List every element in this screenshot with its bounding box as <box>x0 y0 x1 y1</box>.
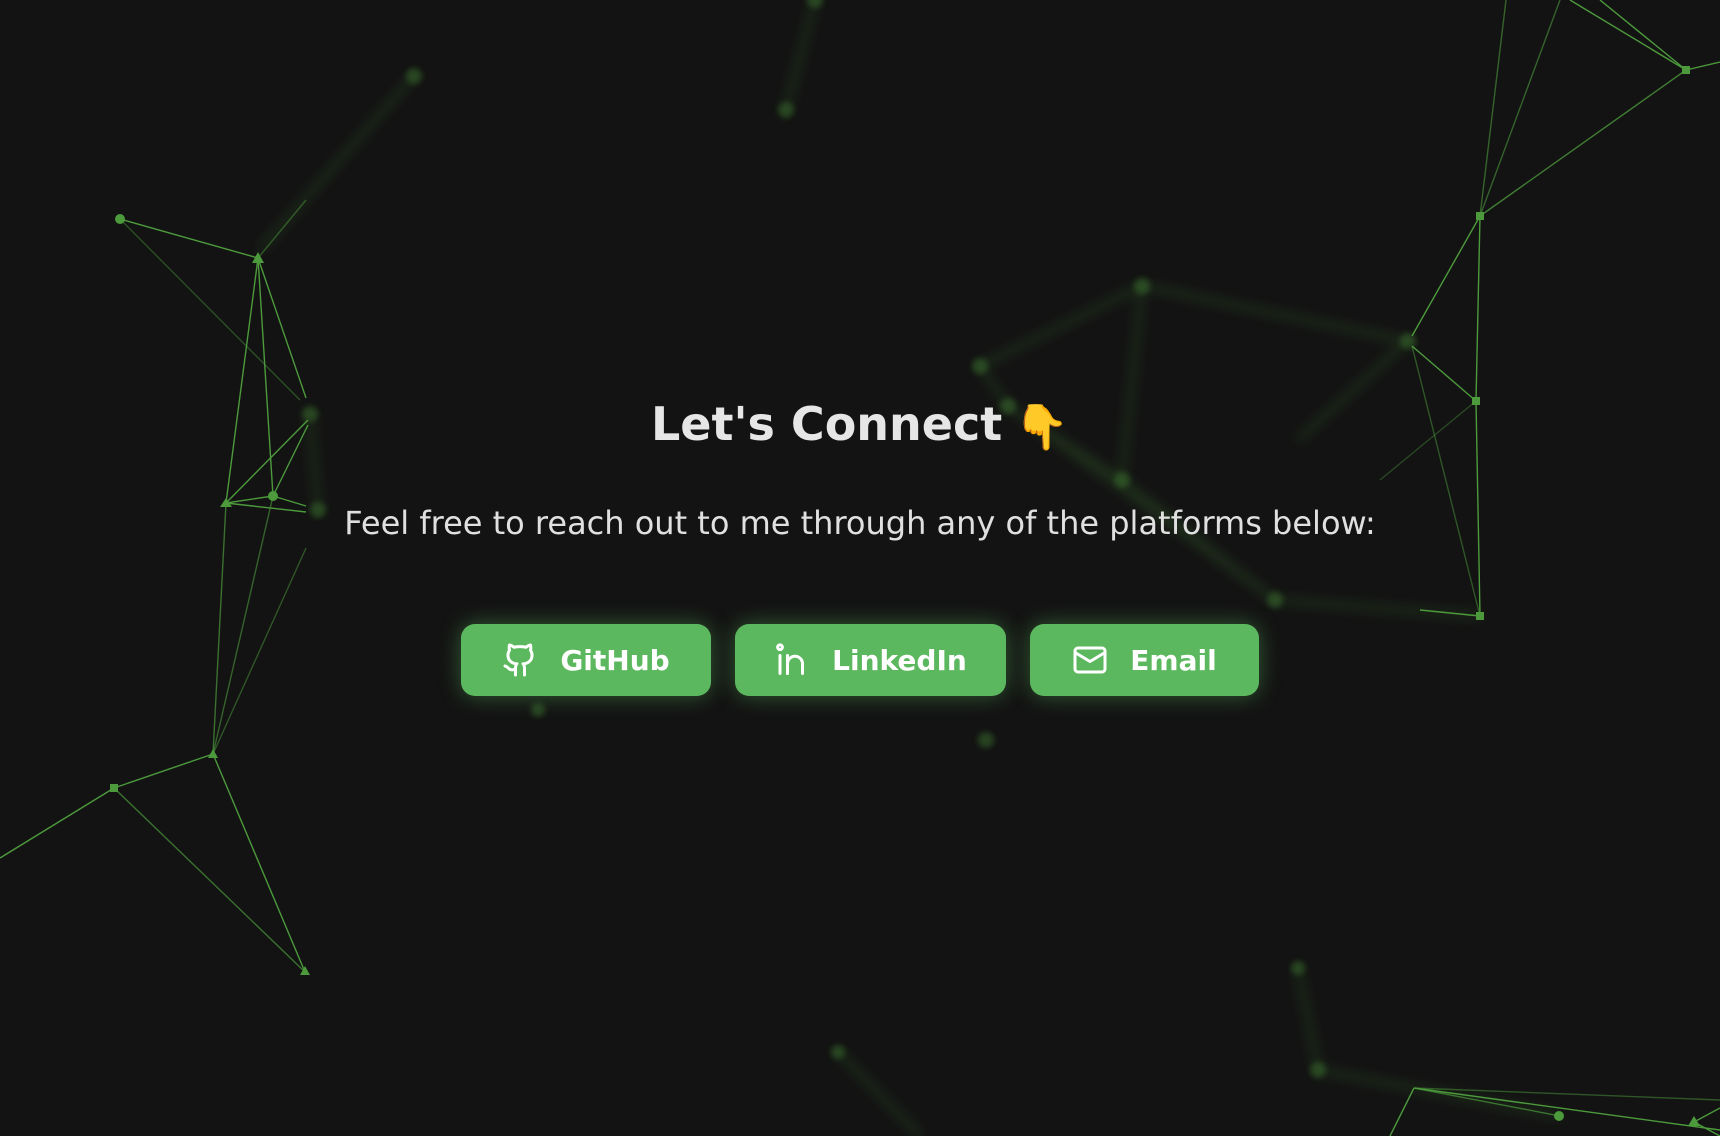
email-label: Email <box>1130 643 1217 677</box>
contact-content: Let's Connect 👇 Feel free to reach out to… <box>0 0 1720 1136</box>
github-button[interactable]: GitHub <box>461 624 711 696</box>
page-title: Let's Connect 👇 <box>0 392 1720 460</box>
linkedin-button[interactable]: LinkedIn <box>735 624 1006 696</box>
pointing-down-icon: 👇 <box>1014 402 1070 453</box>
contact-section: Let's Connect 👇 Feel free to reach out to… <box>0 0 1720 1136</box>
contact-subtitle: Feel free to reach out to me through any… <box>344 504 1376 542</box>
social-links: GitHub LinkedIn Email <box>0 624 1720 696</box>
email-button[interactable]: Email <box>1030 624 1259 696</box>
linkedin-label: LinkedIn <box>832 643 967 677</box>
mail-icon <box>1072 642 1108 678</box>
linkedin-icon <box>774 642 810 678</box>
page-title-text: Let's Connect <box>650 397 1003 451</box>
github-label: GitHub <box>560 643 670 677</box>
github-icon <box>502 642 538 678</box>
